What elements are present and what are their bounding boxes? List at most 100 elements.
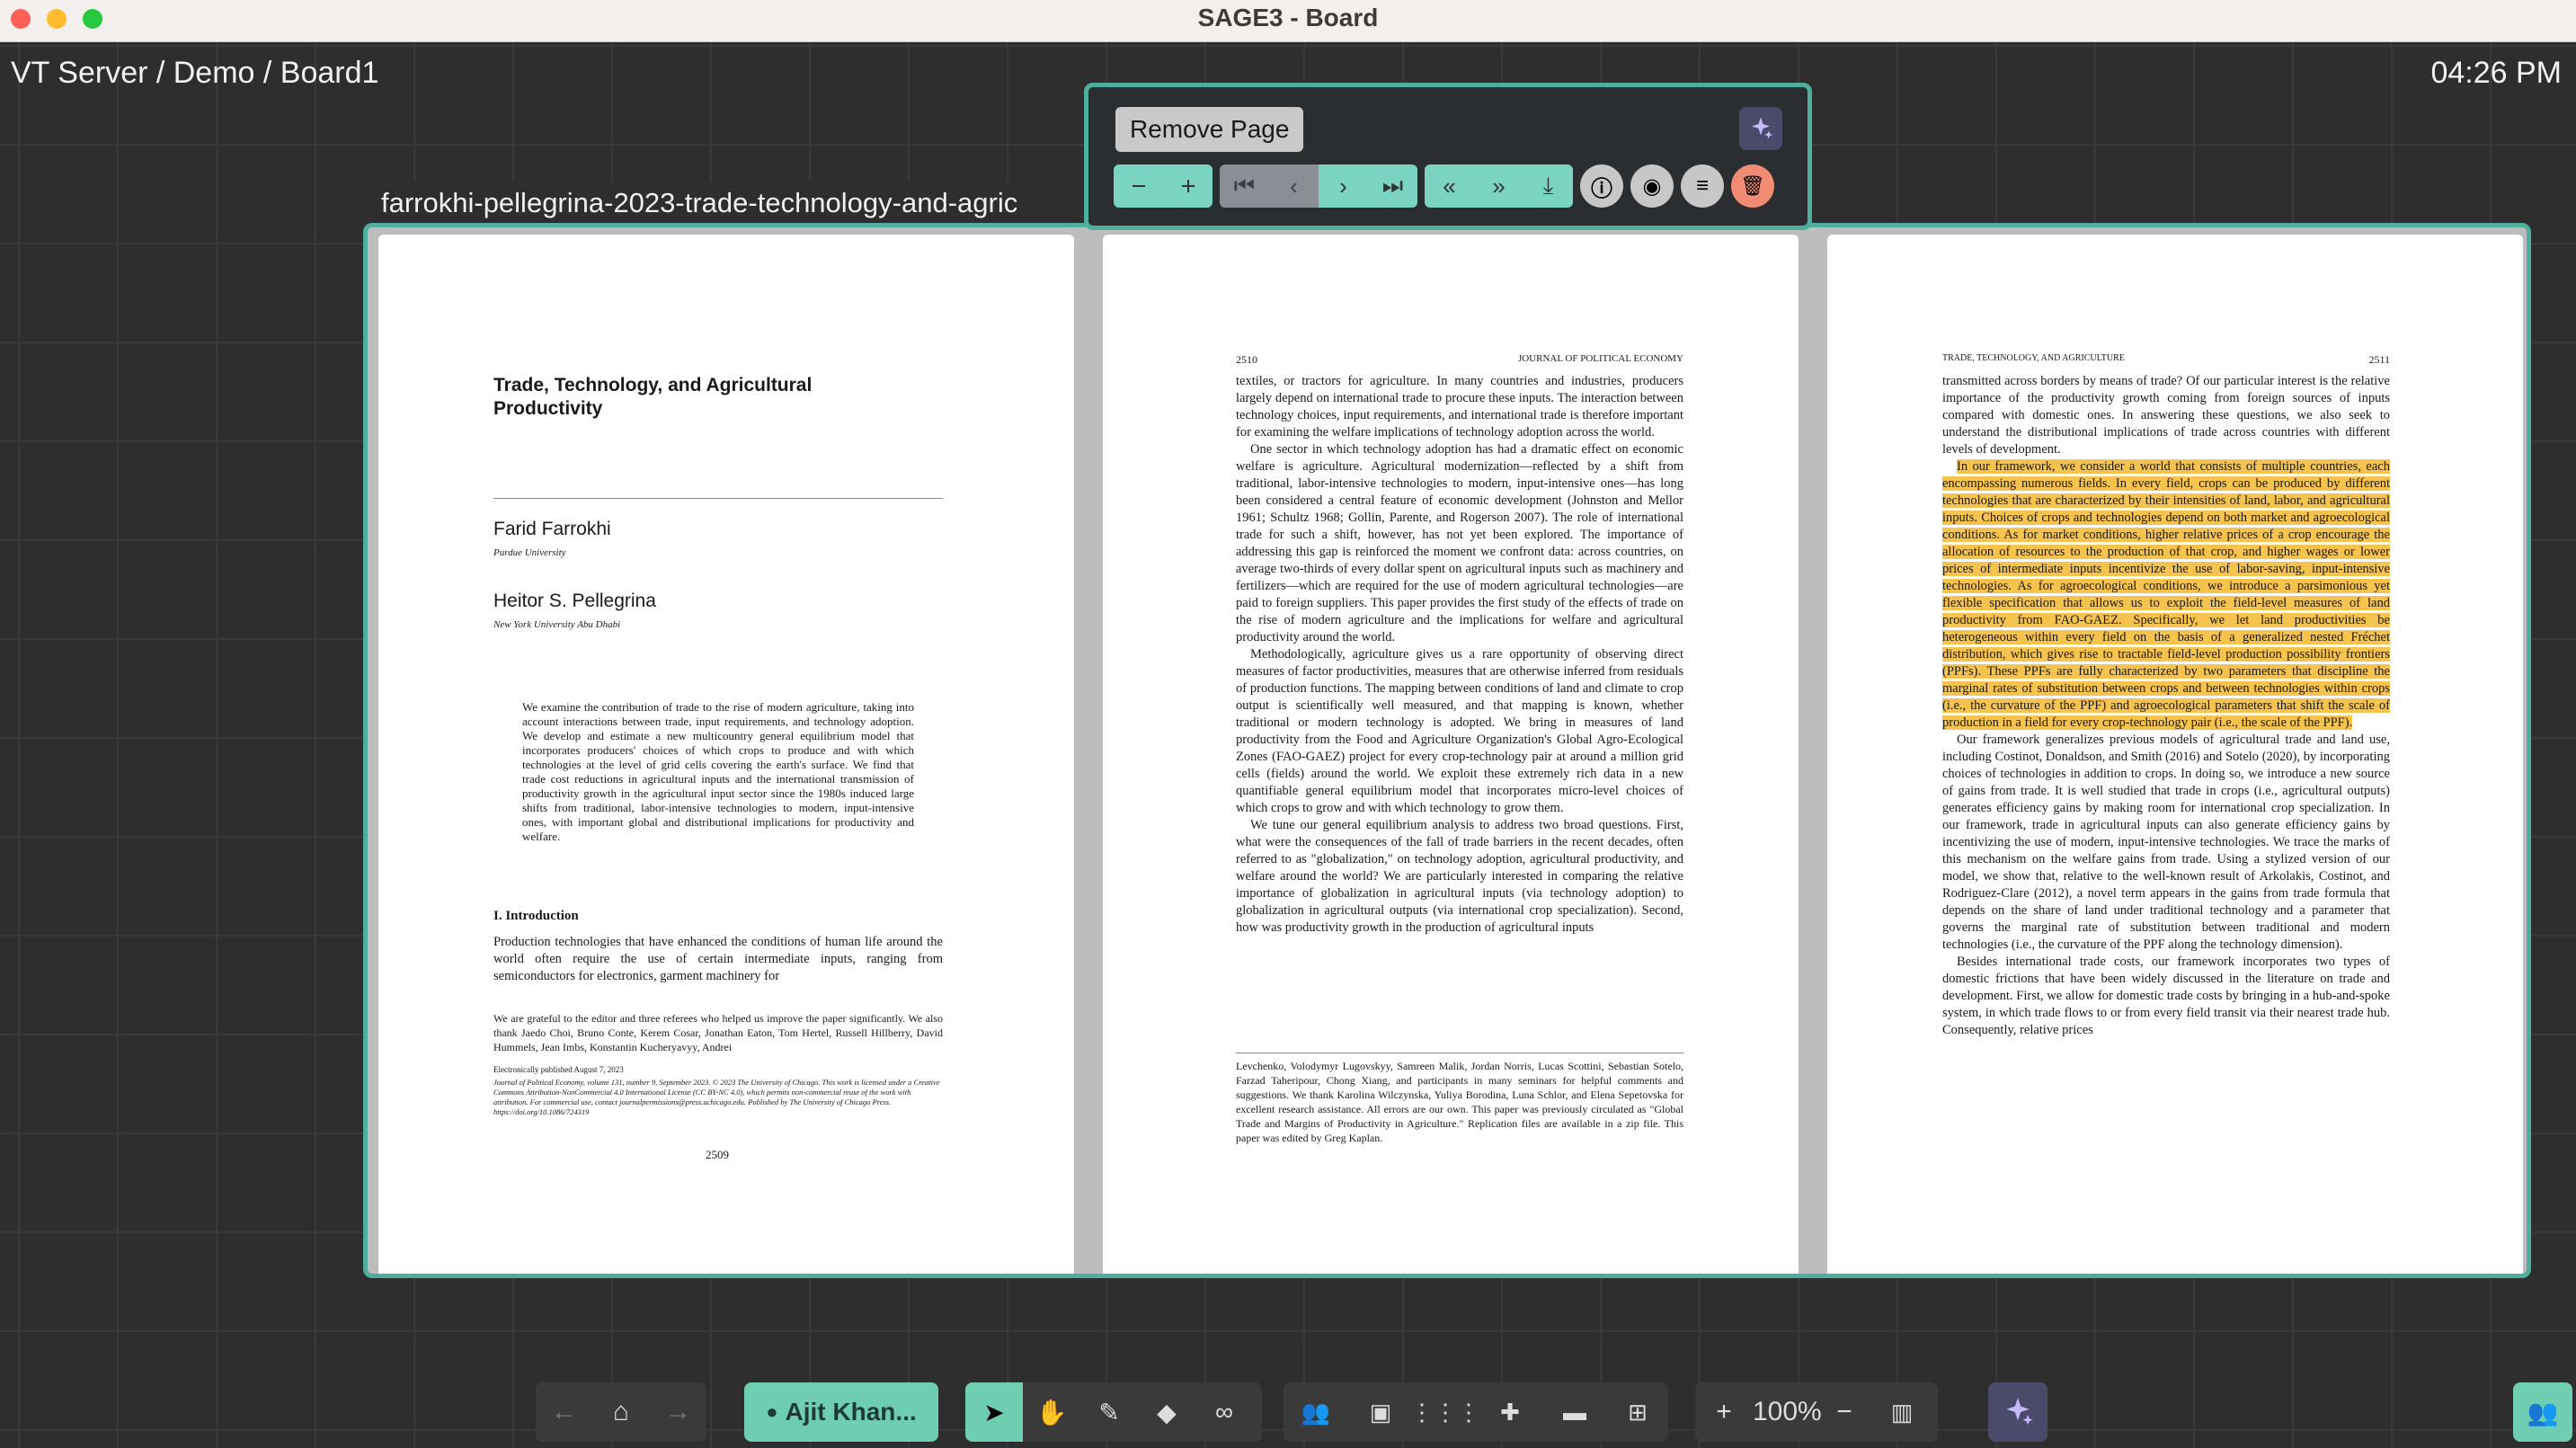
link-icon: ∞	[1215, 1398, 1233, 1426]
paragraph: textiles, or tractors for agriculture. I…	[1236, 374, 1683, 440]
info-button[interactable]: ⓘ	[1580, 164, 1623, 208]
download-button[interactable]: ⤓	[1523, 164, 1573, 208]
presence-button[interactable]: 👥	[2513, 1382, 2572, 1442]
minus-icon	[1132, 185, 1145, 187]
download-icon: ⤓	[1542, 172, 1554, 199]
kernels-button[interactable]: ⊞	[1607, 1382, 1668, 1442]
folder-icon: ▬	[1563, 1398, 1586, 1426]
ai-assist-button[interactable]	[1739, 107, 1782, 150]
pan-tool-button[interactable]: ✋	[1023, 1382, 1080, 1442]
assets-button[interactable]: ▬	[1542, 1382, 1607, 1442]
info-icon: ⓘ	[1591, 176, 1612, 201]
home-button[interactable]: ⌂	[592, 1382, 649, 1442]
link-tool-button[interactable]: ∞	[1195, 1382, 1253, 1442]
tools-group: ➤ ✋ ✎ ◆ ∞	[965, 1382, 1262, 1442]
rewind-button[interactable]: «	[1425, 164, 1474, 208]
first-page-button[interactable]: ⏮	[1220, 164, 1269, 208]
pdf-page-3: TRADE, TECHNOLOGY, AND AGRICULTURE 2511 …	[1827, 235, 2523, 1274]
next-page-button[interactable]: ›	[1319, 164, 1368, 208]
zoom-level: 100%	[1753, 1397, 1822, 1426]
ai-chat-button[interactable]	[1988, 1382, 2047, 1442]
last-page-button[interactable]: ⏭	[1368, 164, 1417, 208]
previous-page-button[interactable]: ‹	[1269, 164, 1319, 208]
user-button[interactable]: ● Ajit Khan...	[744, 1382, 938, 1442]
menu-button[interactable]: ≡	[1681, 164, 1724, 208]
affiliation-1: Purdue University	[493, 547, 566, 558]
remove-page-button[interactable]	[1114, 164, 1163, 208]
delete-button[interactable]: 🗑	[1731, 164, 1774, 208]
skip-end-icon: ⏭	[1381, 172, 1404, 199]
minus-icon: −	[1836, 1397, 1852, 1426]
window-titlebar: SAGE3 - Board	[0, 0, 2576, 42]
footnote: We are grateful to the editor and three …	[493, 1012, 943, 1053]
author-2: Heitor S. Pellegrina	[493, 591, 656, 611]
pdf-page-2: 2510 JOURNAL OF POLITICAL ECONOMY textil…	[1103, 235, 1799, 1274]
users-icon: 👥	[2527, 1398, 2559, 1426]
pdf-app-title[interactable]: farrokhi-pellegrina-2023-trade-technolog…	[367, 182, 1086, 223]
window-title: SAGE3 - Board	[1197, 4, 1379, 31]
publish-date: Electronically published August 7, 2023	[493, 1065, 624, 1074]
trash-icon: 🗑	[1740, 174, 1765, 197]
fast-forward-button[interactable]: »	[1474, 164, 1523, 208]
chevron-left-icon: ‹	[1290, 172, 1298, 200]
pen-tool-button[interactable]: ✎	[1080, 1382, 1138, 1442]
paragraph: Our framework generalizes previous model…	[1942, 733, 2390, 952]
plugins-button[interactable]: ✚	[1478, 1382, 1542, 1442]
screenshot-button[interactable]: ◉	[1630, 164, 1674, 208]
select-tool-button[interactable]: ➤	[965, 1382, 1023, 1442]
arrow-left-icon: ←	[550, 1397, 578, 1426]
author-1: Farid Farrokhi	[493, 519, 611, 539]
grid-icon: ⋮⋮⋮	[1410, 1398, 1480, 1426]
pdf-viewer-window[interactable]: Trade, Technology, and Agricultural Prod…	[363, 223, 2531, 1278]
board-breadcrumb: VT Server / Demo / Board1	[11, 56, 379, 90]
arrow-right-icon: →	[664, 1397, 692, 1426]
navigation-group: ← ⌂ →	[536, 1382, 706, 1442]
menu-icon: ≡	[1695, 173, 1709, 198]
user-name: Ajit Khan...	[785, 1398, 917, 1426]
clock: 04:26 PM	[2430, 56, 2562, 90]
capture-icon: ◉	[1642, 173, 1662, 199]
screenshare-button[interactable]: ▣	[1348, 1382, 1413, 1442]
zoom-out-button[interactable]: −	[1816, 1382, 1873, 1442]
zoom-in-button[interactable]: +	[1695, 1382, 1753, 1442]
highlighted-text: In our framework, we consider a world th…	[1942, 459, 2390, 730]
sparkle-icon	[1752, 117, 1773, 139]
pdf-toolbar: Remove Page ⏮ ‹ › ⏭ « » ⤓ ⓘ ◉ ≡ 🗑	[1084, 83, 1812, 230]
fast-forward-icon: »	[1492, 172, 1506, 200]
back-button[interactable]: ←	[536, 1382, 592, 1442]
home-icon: ⌂	[612, 1397, 630, 1426]
apps-panel-button[interactable]: ⋮⋮⋮	[1410, 1382, 1480, 1442]
cursor-icon: ➤	[983, 1398, 1005, 1426]
plus-icon: +	[1716, 1397, 1732, 1426]
chip-icon: ⊞	[1628, 1398, 1648, 1426]
page-number: 2511	[2368, 353, 2390, 366]
hand-icon: ✋	[1035, 1398, 1068, 1426]
pencil-icon: ✎	[1098, 1398, 1120, 1426]
abstract: We examine the contribution of trade to …	[522, 700, 914, 843]
panels-group: 👥 ▣ ⋮⋮⋮ ✚ ▬ ⊞	[1284, 1382, 1668, 1442]
users-icon: 👥	[1301, 1398, 1331, 1426]
running-header: JOURNAL OF POLITICAL ECONOMY	[1517, 353, 1683, 364]
body-text: textiles, or tractors for agriculture. I…	[1236, 373, 1683, 937]
puzzle-icon: ✚	[1500, 1398, 1520, 1426]
person-icon: ●	[766, 1400, 778, 1423]
body-text: transmitted across borders by means of t…	[1942, 373, 2390, 1039]
eraser-tool-button[interactable]: ◆	[1138, 1382, 1195, 1442]
running-header: TRADE, TECHNOLOGY, AND AGRICULTURE	[1942, 353, 2125, 363]
map-icon: ▥	[1890, 1398, 1914, 1426]
add-page-button[interactable]	[1163, 164, 1212, 208]
rewind-icon: «	[1443, 172, 1456, 200]
zoom-group: + 100% − ▥	[1695, 1382, 1938, 1442]
toolbar-buttons: ⏮ ‹ › ⏭ « » ⤓ ⓘ ◉ ≡ 🗑	[1114, 164, 1774, 208]
sparkle-icon	[2006, 1398, 2033, 1426]
users-panel-button[interactable]: 👥	[1284, 1382, 1348, 1442]
screen-share-icon: ▣	[1369, 1398, 1392, 1426]
plus-icon	[1181, 180, 1195, 192]
page-number: 2509	[706, 1148, 729, 1161]
forward-button[interactable]: →	[650, 1382, 706, 1442]
paragraph: Besides international trade costs, our f…	[1942, 955, 2390, 1037]
map-button[interactable]: ▥	[1873, 1382, 1931, 1442]
page-number: 2510	[1236, 353, 1257, 366]
affiliation-2: New York University Abu Dhabi	[493, 619, 621, 630]
intro-text: Production technologies that have enhanc…	[493, 935, 943, 983]
